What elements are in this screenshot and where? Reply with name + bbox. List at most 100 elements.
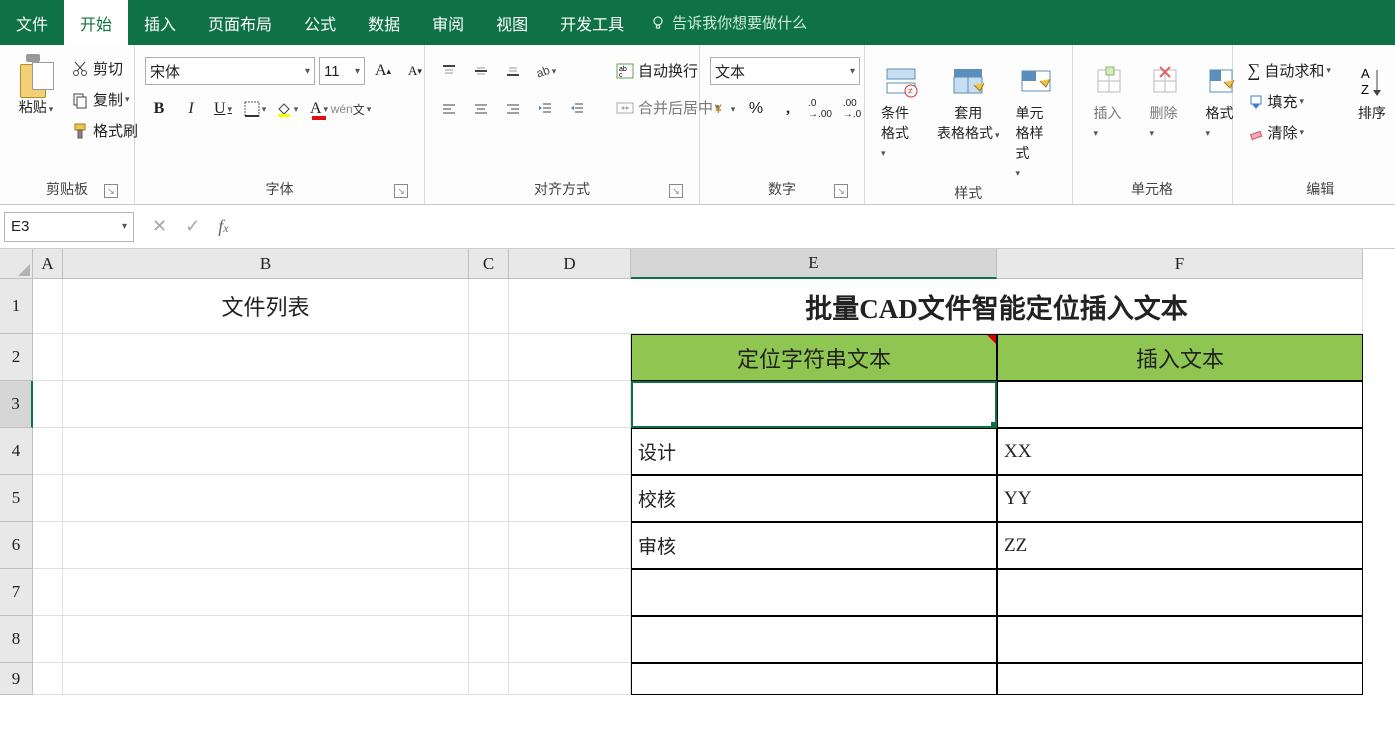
clipboard-launcher[interactable]: ↘ [104,184,118,198]
cell-C7[interactable] [469,569,509,616]
col-header-D[interactable]: D [509,249,631,279]
cell-E1-F1-merged[interactable]: 批量CAD文件智能定位插入文本 [631,279,1363,334]
border-button[interactable]: ▾ [241,95,269,123]
insert-cells-button[interactable]: 插入▾ [1083,57,1135,143]
cell-C5[interactable] [469,475,509,522]
cell-A5[interactable] [33,475,63,522]
tab-dev[interactable]: 开发工具 [544,0,640,45]
tab-data[interactable]: 数据 [352,0,416,45]
cell-D6[interactable] [509,522,631,569]
cell-F9[interactable] [997,663,1363,695]
align-center-button[interactable] [467,95,495,123]
underline-button[interactable]: U▾ [209,95,237,123]
cell-F3[interactable] [997,381,1363,428]
cancel-formula-icon[interactable]: ✕ [152,216,167,237]
align-top-button[interactable] [435,57,463,85]
cell-C6[interactable] [469,522,509,569]
fill-color-button[interactable]: ▾ [273,95,301,123]
formula-input[interactable] [247,212,1395,242]
tell-me[interactable]: 告诉我你想要做什么 [650,0,807,45]
cell-D8[interactable] [509,616,631,663]
cell-A7[interactable] [33,569,63,616]
clear-button[interactable]: 清除▾ [1243,119,1336,146]
tab-review[interactable]: 审阅 [416,0,480,45]
col-header-E[interactable]: E [631,249,997,279]
cell-E9[interactable] [631,663,997,695]
cell-B6[interactable] [63,522,469,569]
cell-A8[interactable] [33,616,63,663]
cell-D2[interactable] [509,334,631,381]
col-header-F[interactable]: F [997,249,1363,279]
phonetic-button[interactable]: wén文▾ [337,95,365,123]
conditional-format-button[interactable]: ≠ 条件格式▾ [875,57,927,163]
fx-icon[interactable]: fx [218,216,228,237]
col-header-A[interactable]: A [33,249,63,279]
cell-A1[interactable] [33,279,63,334]
cell-B7[interactable] [63,569,469,616]
align-launcher[interactable]: ↘ [669,184,683,198]
cell-D9[interactable] [509,663,631,695]
sort-filter-button[interactable]: AZ 排序 [1346,57,1395,127]
fill-button[interactable]: 填充▾ [1243,88,1336,115]
cell-E8[interactable] [631,616,997,663]
cell-F8[interactable] [997,616,1363,663]
tab-formula[interactable]: 公式 [288,0,352,45]
cell-E5[interactable]: 校核 [631,475,997,522]
number-launcher[interactable]: ↘ [834,184,848,198]
italic-button[interactable]: I [177,95,205,123]
cell-B8[interactable] [63,616,469,663]
cell-F4[interactable]: XX [997,428,1363,475]
cell-D5[interactable] [509,475,631,522]
paste-button[interactable]: 粘贴▾ [10,51,62,121]
orientation-button[interactable]: ab▾ [531,57,559,85]
tab-layout[interactable]: 页面布局 [192,0,288,45]
decrease-decimal-button[interactable]: .00→.0 [838,95,866,123]
increase-decimal-button[interactable]: .0→.00 [806,95,834,123]
comma-button[interactable]: , [774,95,802,123]
cell-F7[interactable] [997,569,1363,616]
cell-F6[interactable]: ZZ [997,522,1363,569]
col-header-B[interactable]: B [63,249,469,279]
cell-C8[interactable] [469,616,509,663]
cell-E4[interactable]: 设计 [631,428,997,475]
row-header-5[interactable]: 5 [0,475,33,522]
font-color-button[interactable]: A▾ [305,95,333,123]
cell-F2[interactable]: 插入文本 [997,334,1363,381]
font-size-combo[interactable]: 11▾ [319,57,365,85]
cell-B9[interactable] [63,663,469,695]
font-launcher[interactable]: ↘ [394,184,408,198]
row-header-6[interactable]: 6 [0,522,33,569]
indent-increase-button[interactable] [563,95,591,123]
row-header-9[interactable]: 9 [0,663,33,695]
cell-A2[interactable] [33,334,63,381]
select-all-corner[interactable] [0,249,33,279]
tab-home[interactable]: 开始 [64,0,128,45]
cell-C4[interactable] [469,428,509,475]
table-format-button[interactable]: 套用 表格格式▾ [931,57,1006,147]
align-bottom-button[interactable] [499,57,527,85]
row-header-2[interactable]: 2 [0,334,33,381]
percent-button[interactable]: % [742,95,770,123]
row-header-8[interactable]: 8 [0,616,33,663]
cell-B3[interactable] [63,381,469,428]
cell-C9[interactable] [469,663,509,695]
painter-button[interactable]: 格式刷 [66,117,143,144]
align-middle-button[interactable] [467,57,495,85]
copy-button[interactable]: 复制▾ [66,86,143,113]
row-header-7[interactable]: 7 [0,569,33,616]
tab-insert[interactable]: 插入 [128,0,192,45]
col-header-C[interactable]: C [469,249,509,279]
cell-E7[interactable] [631,569,997,616]
cell-D7[interactable] [509,569,631,616]
align-right-button[interactable] [499,95,527,123]
cell-E6[interactable]: 审核 [631,522,997,569]
cell-D3[interactable] [509,381,631,428]
name-box[interactable]: E3▾ [4,212,134,242]
cell-A9[interactable] [33,663,63,695]
indent-decrease-button[interactable] [531,95,559,123]
autosum-button[interactable]: ∑自动求和▾ [1243,57,1336,84]
cell-C3[interactable] [469,381,509,428]
cell-E3[interactable] [631,381,997,428]
cell-style-button[interactable]: 单元格样式▾ [1010,57,1062,183]
spreadsheet-grid[interactable]: A B C D E F 1 文件列表 批量CAD文件智能定位插入文本 2 定位字… [0,249,1395,695]
